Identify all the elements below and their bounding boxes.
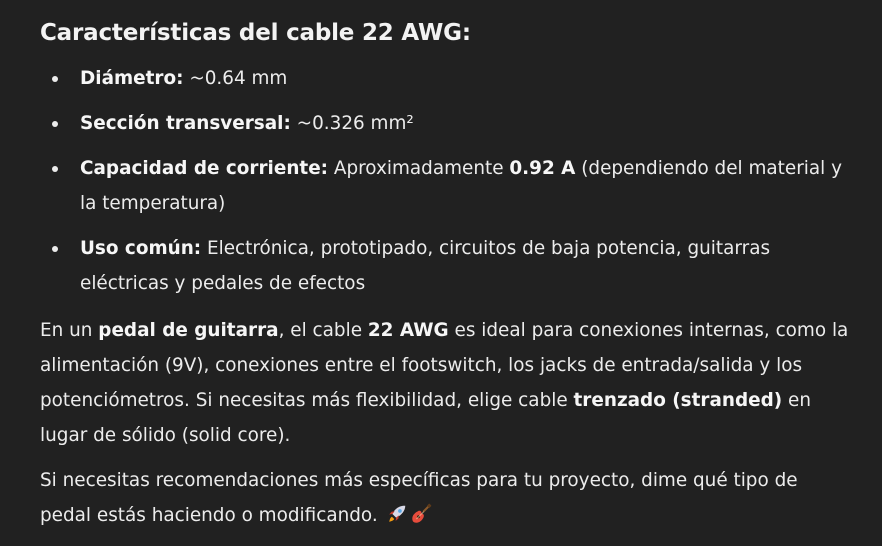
item-bold-value: 0.92 A xyxy=(509,158,576,179)
features-list: Diámetro: ~0.64 mm Sección transversal: … xyxy=(40,61,850,301)
bullet-dot xyxy=(52,246,58,252)
paragraph-pedal: En un pedal de guitarra, el cable 22 AWG… xyxy=(40,313,850,453)
paragraph-bold: pedal de guitarra xyxy=(98,320,279,341)
list-item-cross-section: Sección transversal: ~0.326 mm² xyxy=(40,106,850,141)
paragraph-bold: 22 AWG xyxy=(367,320,449,341)
list-item-current-capacity: Capacidad de corriente: Aproximadamente … xyxy=(40,151,850,221)
guitar-emoji-icon xyxy=(411,503,431,523)
item-label: Diámetro: xyxy=(80,68,184,89)
section-heading: Características del cable 22 AWG: xyxy=(40,20,471,46)
list-item-diameter: Diámetro: ~0.64 mm xyxy=(40,61,850,96)
item-label: Sección transversal: xyxy=(80,113,291,134)
item-text: Aproximadamente xyxy=(328,158,510,179)
bullet-dot xyxy=(52,121,58,127)
paragraph-bold: trenzado (stranded) xyxy=(573,390,783,411)
paragraph-text: En un xyxy=(40,320,99,341)
paragraph-recommendations: Si necesitas recomendaciones más específ… xyxy=(40,463,850,533)
message-content: Características del cable 22 AWG: Diámet… xyxy=(0,0,882,546)
list-item-common-use: Uso común: Electrónica, prototipado, cir… xyxy=(40,231,850,301)
item-label: Uso común: xyxy=(80,238,202,259)
bullet-dot xyxy=(52,76,58,82)
item-text: ~0.64 mm xyxy=(183,68,288,89)
item-text: ~0.326 mm² xyxy=(290,113,414,134)
item-label: Capacidad de corriente: xyxy=(80,158,329,179)
paragraph-text: , el cable xyxy=(278,320,368,341)
bullet-dot xyxy=(52,166,58,172)
rocket-emoji-icon xyxy=(388,505,405,522)
